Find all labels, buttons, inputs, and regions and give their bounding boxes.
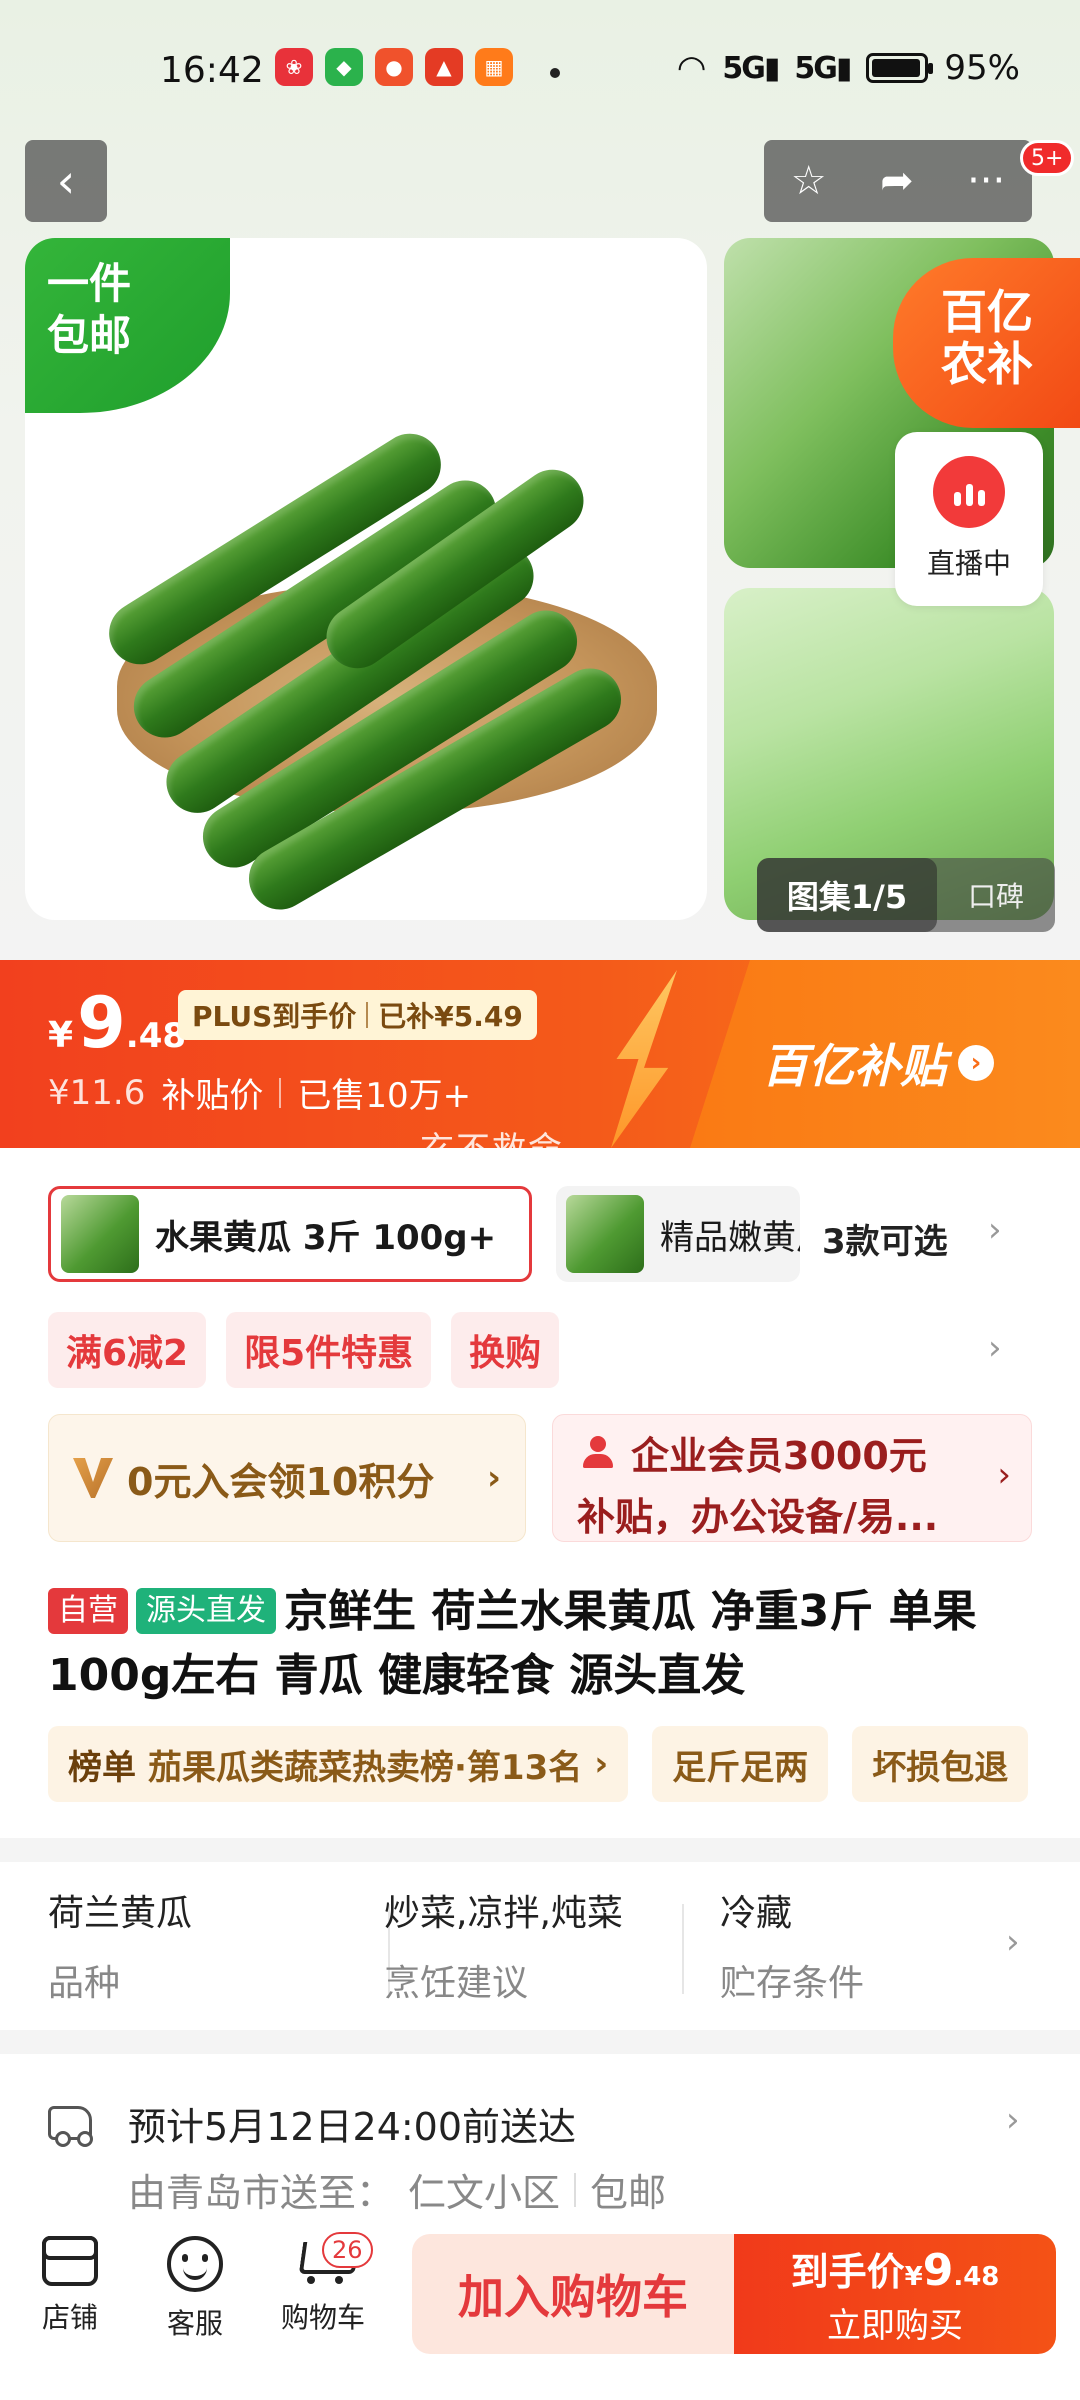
status-indicators: ◠ 5G▮ 5G▮ 95% (677, 48, 1020, 88)
sku-option-selected[interactable]: 水果黄瓜 3斤 100g+ (48, 1186, 532, 1282)
subsidy-badge[interactable]: 百亿 农补 (893, 258, 1080, 428)
cart-count-badge: 26 (322, 2232, 373, 2268)
sku-count[interactable]: 3款可选 (822, 1214, 948, 1263)
live-button[interactable]: 直播中 (895, 432, 1043, 606)
price-banner: ¥ 9 .48 PLUS到手价 已补¥5.49 ¥11.6 补贴价 已售10万+… (0, 960, 1080, 1148)
divider (682, 1904, 684, 1994)
battery-percent: 95% (944, 48, 1020, 88)
gallery-counter[interactable]: 图集1/5 (757, 858, 937, 932)
buy-now-button[interactable]: 到手价¥9.48 立即购买 (734, 2234, 1056, 2354)
promotion-tag[interactable]: 限5件特惠 (226, 1312, 432, 1388)
shop-button[interactable]: 店铺 (15, 2236, 125, 2336)
shop-icon (42, 2236, 98, 2286)
signal-icon-1: 5G▮ (722, 50, 780, 86)
reviews-tab[interactable]: 口碑 (937, 875, 1055, 915)
live-label: 直播中 (926, 547, 1011, 580)
delivery-eta: 预计5月12日24:00前送达 (128, 2105, 577, 2149)
lightning-icon (611, 970, 677, 1148)
wifi-icon: ◠ (676, 48, 707, 88)
original-price: ¥11.6 (48, 1072, 146, 1113)
notification-dot-icon (550, 68, 560, 78)
chevron-right-icon: › (1006, 2100, 1020, 2140)
delivery-address: 由青岛市送至： 仁文小区 包邮 (128, 2171, 667, 2215)
gallery-bar: 图集1/5 口碑 (757, 858, 1055, 932)
app-icon-green: ◆ (325, 48, 363, 86)
top-actions: ☆ ➦ ··· (764, 140, 1032, 222)
attribute-variety: 荷兰黄瓜 品种 (48, 1893, 193, 2004)
back-icon: ‹ (56, 154, 76, 208)
chevron-right-icon: › (1006, 1922, 1020, 1962)
watermark: 玄不救命 (420, 1130, 564, 1170)
app-icon-orange: ● (375, 48, 413, 86)
ranking-badge[interactable]: 榜单 茄果瓜类蔬菜热卖榜·第13名 › (48, 1726, 629, 1802)
product-title: 自营 源头直发 京鲜生 荷兰水果黄瓜 净重3斤 单果100g左右 青瓜 健康轻食 源… (48, 1586, 977, 1701)
chevron-right-icon: › (958, 1045, 994, 1081)
membership-join-button[interactable]: 0元入会领10积分 › (48, 1414, 526, 1542)
promotion-tag[interactable]: 换购 (451, 1312, 560, 1388)
status-bar: 16:42 ❀ ◆ ● ▲ ▦ ◠ 5G▮ 5G▮ 95% (0, 40, 1080, 110)
chevron-right-icon: › (594, 1744, 609, 1784)
sku-thumbnail (61, 1195, 139, 1273)
enterprise-member-button[interactable]: 企业会员3000元 补贴，办公设备/易... › (552, 1414, 1032, 1542)
sold-count: 已售10万+ (297, 1076, 472, 1116)
vip-icon (73, 1458, 113, 1498)
app-icon-red: ❀ (275, 48, 313, 86)
damage-refund-badge[interactable]: 坏损包退 (852, 1726, 1029, 1802)
promotion-tag[interactable]: 满6减2 (48, 1312, 207, 1388)
add-to-cart-button[interactable]: 加入购物车 (412, 2234, 734, 2354)
chevron-right-icon[interactable]: › (988, 1210, 1002, 1250)
plus-price-tag: PLUS到手价 已补¥5.49 (178, 990, 537, 1040)
live-icon (933, 456, 1005, 528)
app-icon-red-hat: ▲ (425, 48, 463, 86)
price-sub-line: ¥11.6 补贴价 已售10万+ (48, 1068, 471, 1117)
promotion-tags: 满6减2 限5件特惠 换购 (48, 1312, 560, 1388)
chevron-right-icon: › (486, 1458, 501, 1498)
badge-row: 榜单 茄果瓜类蔬菜热卖榜·第13名 › 足斤足两 坏损包退 (48, 1726, 1029, 1802)
battery-icon (866, 53, 934, 83)
person-icon (581, 1435, 615, 1470)
subsidy-slogan[interactable]: 百亿补贴 › (762, 1030, 994, 1096)
customer-service-button[interactable]: 客服 (140, 2236, 250, 2342)
signal-icon-2: 5G▮ (794, 50, 852, 86)
more-icon[interactable]: ··· (967, 158, 1005, 204)
subsidy-price-label: 补贴价 (161, 1076, 264, 1116)
sku-option[interactable]: 精品嫩黄瓜 (556, 1186, 800, 1282)
chevron-right-icon[interactable]: › (988, 1328, 1002, 1368)
status-app-icons: ❀ ◆ ● ▲ ▦ (275, 48, 513, 86)
free-shipping-badge: 一件 包邮 (25, 238, 230, 413)
favorite-star-icon[interactable]: ☆ (791, 158, 827, 204)
share-icon[interactable]: ➦ (880, 158, 914, 204)
status-time: 16:42 (160, 50, 264, 91)
smiley-service-icon (167, 2236, 223, 2292)
app-icon-orange-grid: ▦ (475, 48, 513, 86)
full-weight-badge[interactable]: 足斤足两 (652, 1726, 829, 1802)
truck-icon (48, 2106, 92, 2147)
main-product-image[interactable]: 一件 包邮 (25, 238, 707, 920)
message-badge: 5+ (1020, 140, 1075, 176)
attributes-card[interactable]: 荷兰黄瓜 品种 炒菜,凉拌,炖菜 烹饪建议 冷藏 贮存条件 › (0, 1862, 1080, 2030)
attribute-cooking: 炒菜,凉拌,炖菜 烹饪建议 (384, 1893, 623, 2004)
chevron-right-icon: › (997, 1455, 1011, 1495)
price: ¥ 9 .48 (48, 982, 187, 1064)
back-button[interactable]: ‹ (25, 140, 107, 222)
sku-thumbnail (566, 1195, 644, 1273)
sku-selector: 水果黄瓜 3斤 100g+ 精品嫩黄瓜 (48, 1186, 800, 1282)
source-direct-tag: 源头直发 (136, 1588, 276, 1634)
attribute-storage: 冷藏 贮存条件 (720, 1893, 865, 2004)
self-operated-tag: 自营 (48, 1588, 128, 1634)
